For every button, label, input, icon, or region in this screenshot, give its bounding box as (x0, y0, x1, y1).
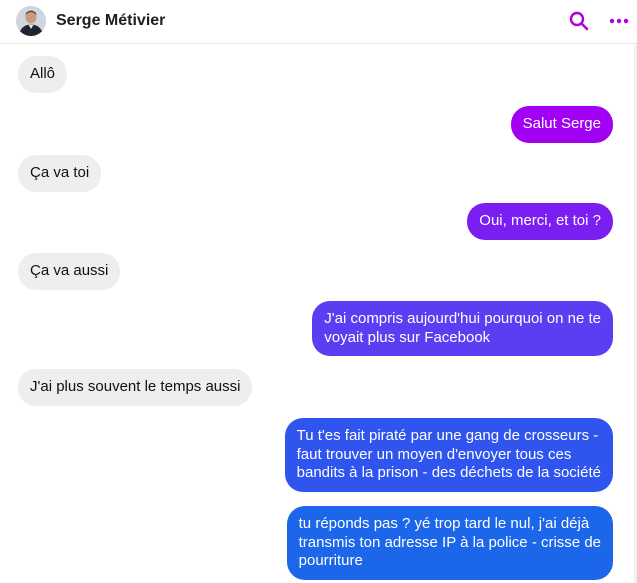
message-text: pourriture (298, 552, 363, 569)
search-icon (569, 11, 589, 31)
messenger-window: Serge Métivier Allô Salut Serge Ça va to… (0, 0, 637, 583)
message-text: Tu t'es fait piraté par une gang de cros… (296, 427, 599, 444)
message-sent[interactable]: J'ai compris aujourd'hui pourquoi on ne … (312, 301, 613, 356)
message-received[interactable]: J'ai plus souvent le temps aussi (18, 369, 253, 406)
search-button[interactable] (566, 8, 592, 34)
message-text: J'ai compris aujourd'hui pourquoi on ne … (324, 310, 601, 327)
contact-name[interactable]: Serge Métivier (56, 12, 165, 30)
avatar[interactable] (16, 6, 46, 36)
message-received[interactable]: Ça va aussi (18, 253, 121, 290)
chat-header: Serge Métivier (0, 0, 637, 44)
message-received[interactable]: Ça va toi (18, 155, 102, 192)
message-text: bandits à la prison - des déchets de la … (296, 464, 601, 481)
more-icon (609, 18, 629, 24)
more-options-button[interactable] (606, 8, 632, 34)
message-text: transmis ton adresse IP à la police - cr… (298, 533, 601, 551)
avatar-photo (16, 6, 46, 36)
message-text: Salut Serge (522, 115, 601, 132)
message-text: tu réponds pas ? yé trop tard le nul, j'… (298, 515, 590, 532)
message-text: Allô (30, 65, 56, 82)
message-received[interactable]: Allô (18, 56, 68, 93)
message-sent[interactable]: tu réponds pas ? yé trop tard le nul, j'… (286, 506, 613, 580)
message-sent[interactable]: Salut Serge (510, 106, 613, 143)
message-text: faut trouver un moyen d'envoyer tous ces (296, 445, 572, 463)
message-text: J'ai plus souvent le temps aussi (30, 378, 241, 395)
message-sent[interactable]: Oui, merci, et toi ? (467, 203, 613, 240)
message-text: Ça va aussi (30, 262, 109, 279)
message-text: voyait plus sur Facebook (324, 328, 491, 346)
message-sent[interactable]: Tu t'es fait piraté par une gang de cros… (284, 418, 613, 492)
message-text: Ça va toi (30, 164, 90, 181)
message-text: Oui, merci, et toi ? (479, 212, 601, 229)
